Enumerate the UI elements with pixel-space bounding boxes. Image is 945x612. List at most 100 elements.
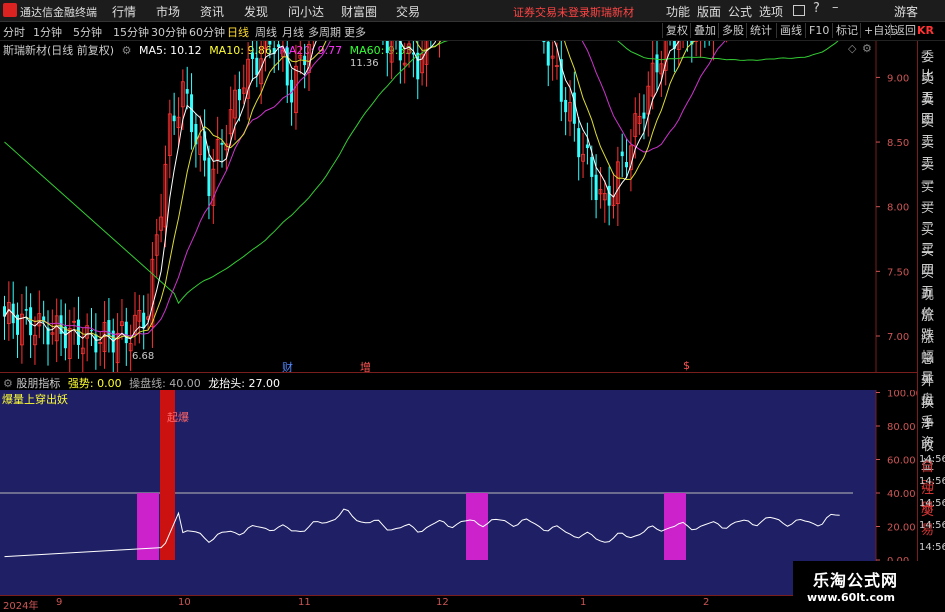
tool-fanhui[interactable]: 返回 xyxy=(890,23,919,38)
period-1min[interactable]: 1分钟 xyxy=(33,24,62,40)
candle-body xyxy=(25,309,28,311)
signal-bar-2 xyxy=(466,493,488,560)
menu-jiaoyi[interactable]: 交易 xyxy=(396,3,420,20)
candle-body xyxy=(142,313,145,329)
x-axis: 2024年 9 10 11 12 1 2 xyxy=(0,595,917,610)
indicator-longtaitou: 龙抬头: 27.00 xyxy=(208,377,280,390)
candle-body xyxy=(277,44,280,47)
candle-body xyxy=(77,320,80,345)
app-title: 通达信金融终端 xyxy=(20,4,97,20)
pane-separator xyxy=(0,372,917,373)
quote-side-panel: 委比卖五卖四卖三卖二卖一买一买二买三买四买五现价涨跌涨幅总量外盘换手净资收益自动… xyxy=(917,41,945,609)
candle-body xyxy=(125,322,128,343)
candle-body xyxy=(94,334,97,352)
period-weekly[interactable]: 周线 xyxy=(255,24,277,40)
candle-body xyxy=(255,58,258,75)
event-marker-dollar[interactable]: $ xyxy=(683,359,690,372)
indicator-tick-label: 20.00 xyxy=(887,523,916,534)
login-warning[interactable]: 证券交易未登录 xyxy=(513,4,590,20)
period-more[interactable]: 更多 xyxy=(344,24,366,40)
tool-f10[interactable]: F10 xyxy=(805,23,832,38)
tick-time: 14:56 xyxy=(919,454,945,465)
candle-body xyxy=(621,152,624,157)
candle-body xyxy=(238,89,241,100)
candle-body xyxy=(386,41,389,53)
menu-xuanxiang[interactable]: 选项 xyxy=(759,3,783,20)
menu-gongneng[interactable]: 功能 xyxy=(666,3,690,20)
x-label-jan: 1 xyxy=(580,597,586,608)
price-tick-label: 8.50 xyxy=(887,138,909,149)
menu-wenxiaoda[interactable]: 问小达 xyxy=(288,3,324,20)
candle-body xyxy=(642,113,645,119)
screen-icon[interactable] xyxy=(793,5,805,16)
x-label-nov: 11 xyxy=(298,597,311,608)
period-30min[interactable]: 30分钟 xyxy=(151,24,187,40)
period-monthly[interactable]: 月线 xyxy=(282,24,304,40)
menu-shichang[interactable]: 市场 xyxy=(156,3,180,20)
x-label-sep: 9 xyxy=(56,597,62,608)
candle-body xyxy=(586,144,589,148)
candle-body xyxy=(656,54,659,72)
ma5-line xyxy=(5,41,840,341)
tool-duogu[interactable]: 多股 xyxy=(718,23,747,38)
candle-body xyxy=(625,162,628,167)
tool-diejia[interactable]: 叠加 xyxy=(690,23,719,38)
period-multi[interactable]: 多周期 xyxy=(308,24,341,40)
candle-body xyxy=(564,100,567,112)
menu-faxian[interactable]: 发现 xyxy=(244,3,268,20)
tool-fuquan[interactable]: 复权 xyxy=(662,23,691,38)
minimize-icon[interactable]: – xyxy=(832,0,839,15)
price-tick-label: 7.00 xyxy=(887,332,909,343)
period-5min[interactable]: 5分钟 xyxy=(73,24,102,40)
candle-body xyxy=(590,157,593,177)
menu-caifuquan[interactable]: 财富圈 xyxy=(341,3,377,20)
menu-zixun[interactable]: 资讯 xyxy=(200,3,224,20)
candle-body xyxy=(547,42,550,66)
x-label-year: 2024年 xyxy=(3,597,38,612)
candle-body xyxy=(90,330,93,331)
indicator-gear-icon[interactable]: ⚙ xyxy=(3,377,13,390)
candle-body xyxy=(186,89,189,94)
candle-body xyxy=(268,41,271,45)
menu-hangqing[interactable]: 行情 xyxy=(112,3,136,20)
stock-name-top: 斯瑞新材 xyxy=(590,4,634,20)
indicator-caopanxian: 操盘线: 40.00 xyxy=(129,377,201,390)
indicator-chart[interactable]: 100.0080.0060.0040.0020.000.00 xyxy=(0,390,917,595)
candle-body xyxy=(173,116,176,122)
tool-tongji[interactable]: 统计 xyxy=(746,23,775,38)
help-icon[interactable]: ? xyxy=(813,1,820,16)
indicator-qiangshi: 强势: 0.00 xyxy=(68,377,122,390)
period-fenshi[interactable]: 分时 xyxy=(3,24,25,40)
menu-gongshi[interactable]: 公式 xyxy=(728,3,752,20)
watermark-title: 乐淘公式网 xyxy=(813,567,898,591)
menu-banmian[interactable]: 版面 xyxy=(697,3,721,20)
watermark: 乐淘公式网 www.60lt.com xyxy=(793,561,945,609)
price-tick-label: 9.00 xyxy=(887,73,909,84)
indicator-tick-label: 60.00 xyxy=(887,456,916,467)
x-label-dec: 12 xyxy=(436,597,449,608)
tick-time: 14:56 xyxy=(919,498,945,509)
indicator-tick-label: 40.00 xyxy=(887,489,916,500)
period-60min[interactable]: 60分钟 xyxy=(189,24,225,40)
price-chart[interactable]: 11.0010.5010.009.509.008.508.007.507.00 xyxy=(0,41,917,372)
high-price-label: 11.36 xyxy=(350,58,379,69)
ma10-line xyxy=(5,41,840,339)
low-price-label: 6.68 xyxy=(132,351,154,362)
period-toolbar: 分时 1分钟 5分钟 15分钟 30分钟 60分钟 日线 周线 月线 多周期 更… xyxy=(0,22,945,41)
indicator-tick-label: 100.00 xyxy=(887,390,917,400)
tick-time: 14:56 xyxy=(919,520,945,531)
x-label-feb: 2 xyxy=(703,597,709,608)
app-logo-icon xyxy=(3,3,17,17)
candle-body xyxy=(577,128,580,157)
tool-huaxian[interactable]: 画线 xyxy=(776,23,805,38)
candle-body xyxy=(221,143,224,145)
candle-body xyxy=(542,41,545,42)
period-daily[interactable]: 日线 xyxy=(227,24,249,40)
title-bar: 通达信金融终端 行情 市场 资讯 发现 问小达 财富圈 交易 证券交易未登录 斯… xyxy=(0,0,945,22)
candle-body xyxy=(251,52,254,59)
period-15min[interactable]: 15分钟 xyxy=(113,24,149,40)
price-tick-label: 8.00 xyxy=(887,203,909,214)
guest-label[interactable]: 游客 xyxy=(894,3,918,20)
indicator-name[interactable]: 股朋指标 xyxy=(16,377,60,390)
tool-biaoji[interactable]: 标记 xyxy=(832,23,861,38)
